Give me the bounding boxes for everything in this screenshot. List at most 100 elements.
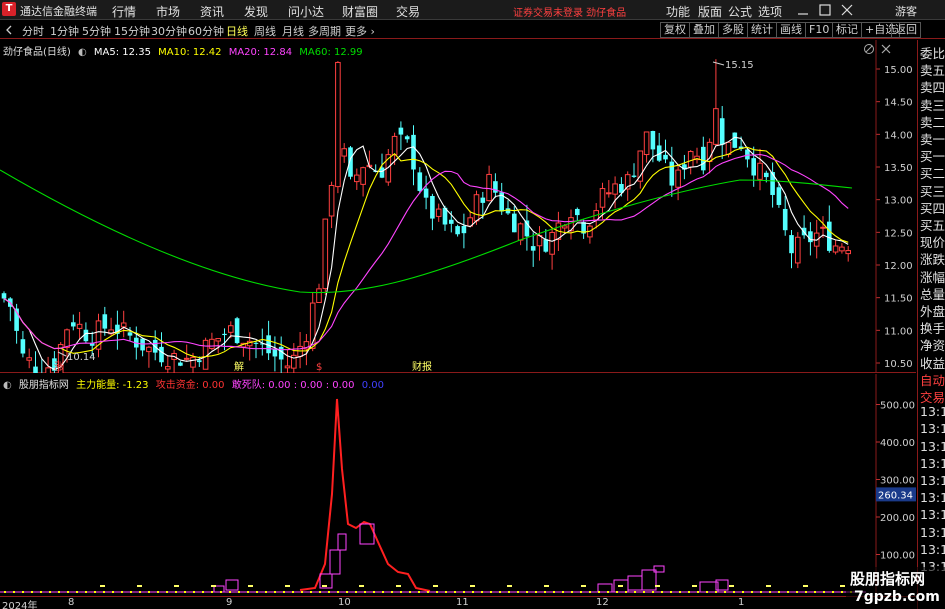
main-info-line: 劲仔食品(日线) ◐ MA5: 12.35 MA10: 12.42 MA20: … [3, 43, 367, 58]
side-panel-label: 13:1 [920, 490, 945, 506]
tab-15min[interactable]: 15分钟 [114, 23, 150, 39]
menu-function[interactable]: 功能 [666, 3, 690, 20]
main-energy-dash [544, 585, 549, 587]
watermark: 股朋指标网 7gpzb.com [846, 567, 945, 609]
menu-formula[interactable]: 公式 [728, 3, 752, 20]
tab-daily[interactable]: 日线 [226, 23, 248, 39]
main-energy-dot [760, 591, 762, 593]
side-panel-label[interactable]: 交易 [920, 387, 945, 406]
side-panel-label: 13:1 [920, 421, 945, 437]
candle-body-up [284, 365, 291, 369]
candle-body-up [435, 208, 442, 217]
login-notice[interactable]: 证券交易未登录 劲仔食品 [513, 4, 626, 19]
maximize-icon[interactable] [818, 3, 832, 17]
main-energy-dot [364, 591, 366, 593]
main-energy-dot [670, 591, 672, 593]
candle-body-up [486, 173, 492, 202]
candle-body-up [757, 162, 763, 180]
main-energy-dot [751, 591, 753, 593]
indicator-settings-icon[interactable]: ◐ [3, 380, 12, 391]
side-panel-label: 卖五 [920, 63, 945, 79]
tab-60min[interactable]: 60分钟 [188, 23, 224, 39]
adjust-button[interactable]: 复权 [660, 22, 690, 38]
menu-ask[interactable]: 问小达 [288, 3, 324, 20]
indicator-name[interactable]: 股朋指标网 [19, 380, 69, 391]
side-panel-label: 收益 [920, 355, 945, 371]
main-energy-dot [184, 591, 186, 593]
app-title: 通达信金融终端 [20, 5, 97, 18]
main-energy-dot [139, 591, 141, 593]
period-tab-bar: 分时 1分钟 5分钟 15分钟 30分钟 60分钟 日线 周线 月线 多周期 更… [0, 21, 945, 39]
menu-news[interactable]: 资讯 [200, 3, 224, 20]
candle-body-up [316, 288, 322, 304]
side-panel-label: 涨跌 [920, 252, 945, 268]
main-energy-dot [76, 591, 78, 593]
tab-30min[interactable]: 30分钟 [151, 23, 187, 39]
price-tick-label: 10.50 [884, 359, 913, 370]
tab-intraday[interactable]: 分时 [22, 23, 44, 39]
main-energy-dot [274, 591, 276, 593]
main-energy-dash [211, 585, 216, 587]
menu-market[interactable]: 市场 [156, 3, 180, 20]
side-panel-label[interactable]: 自动 [920, 370, 945, 389]
guest-label[interactable]: 游客 [895, 3, 917, 19]
indicator-dare-team: 敢死队: 0.00 : 0.00 : 0.00 [231, 380, 355, 391]
menu-quotes[interactable]: 行情 [112, 3, 136, 20]
menu-trade[interactable]: 交易 [396, 3, 420, 20]
main-energy-dot [67, 591, 69, 593]
main-energy-dot [346, 591, 348, 593]
main-energy-dot [499, 591, 501, 593]
main-energy-dot [580, 591, 582, 593]
indicator-chart[interactable]: 500.00 400.00 300.00 200.00 100.00 260.34 ◐ 股… [0, 374, 916, 596]
chevron-left-icon[interactable] [3, 24, 15, 36]
candle-body-up [675, 169, 681, 188]
draw-line-button[interactable]: 画线 [776, 22, 806, 38]
menu-layout[interactable]: 版面 [698, 3, 722, 20]
hide-panel-icon[interactable] [863, 43, 875, 55]
main-energy-dash [618, 585, 623, 587]
candlestick-chart[interactable]: 15.00 14.50 14.00 13.50 13.00 12.50 12.00 11.50… [0, 40, 916, 373]
multi-stock-button[interactable]: 多股 [718, 22, 748, 38]
menu-discover[interactable]: 发现 [244, 3, 268, 20]
main-energy-dot [535, 591, 537, 593]
mark-button[interactable]: 标记 [832, 22, 862, 38]
side-panel-label: 总量 [920, 286, 945, 302]
tab-1min[interactable]: 1分钟 [50, 23, 79, 39]
price-tick-label: 15.00 [884, 65, 913, 76]
indicator-plot[interactable]: 500.00 400.00 300.00 200.00 100.00 260.34 [0, 374, 916, 596]
main-energy-dot [544, 591, 546, 593]
indicator-value-text: 260.34 [878, 490, 913, 501]
tab-weekly[interactable]: 周线 [254, 23, 276, 39]
tab-monthly[interactable]: 月线 [282, 23, 304, 39]
stock-title[interactable]: 劲仔食品(日线) [3, 47, 71, 58]
candlestick-plot[interactable]: 15.00 14.50 14.00 13.50 13.00 12.50 12.00 11.50… [0, 40, 916, 373]
close-icon[interactable] [840, 3, 854, 17]
main-energy-dot [283, 591, 285, 593]
low-price-label: 10.14 [67, 352, 96, 363]
candle-body-up [228, 325, 234, 333]
date-label: 12 [596, 597, 609, 608]
menu-wealth[interactable]: 财富圈 [342, 3, 378, 20]
candle-body-down [159, 346, 164, 363]
menu-options[interactable]: 选项 [758, 3, 782, 20]
main-energy-dot [616, 591, 618, 593]
tab-5min[interactable]: 5分钟 [82, 23, 111, 39]
f10-button[interactable]: F10 [805, 22, 834, 38]
overlay-button[interactable]: 叠加 [689, 22, 719, 38]
statistics-button[interactable]: 统计 [747, 22, 777, 38]
candle-body-up [328, 184, 335, 217]
candle-body-up [820, 226, 826, 229]
dare-team-step [597, 583, 613, 593]
tab-multi-period[interactable]: 多周期 [308, 23, 341, 39]
main-energy-dash [396, 585, 401, 587]
candle-body-up [354, 174, 360, 183]
side-panel-label: 13:1 [920, 404, 945, 420]
settings-dot-icon[interactable]: ◐ [78, 47, 87, 58]
back-button[interactable]: 返回 [891, 22, 921, 38]
side-panel-label: 卖四 [920, 80, 945, 96]
main-energy-dot [400, 591, 402, 593]
tab-more[interactable]: 更多 › [345, 23, 375, 39]
minimize-icon[interactable] [796, 3, 810, 17]
candle-body-down [455, 226, 460, 235]
panel-close-icon[interactable] [880, 43, 892, 55]
